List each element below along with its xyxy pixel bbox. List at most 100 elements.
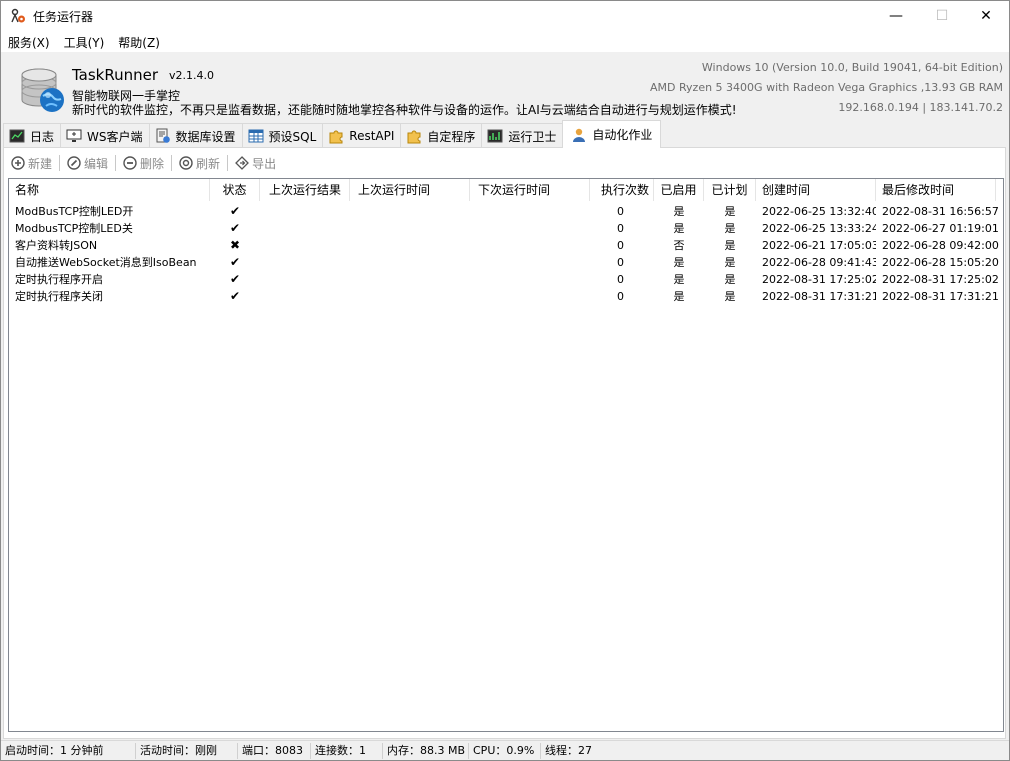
new-label: 新建 [28,156,53,171]
cell-enabled: 是 [673,222,685,235]
column-header-next-run[interactable]: 下次运行时间 [470,179,590,201]
toolbar-separator [171,155,173,171]
status-cpu: CPU：0.9% [469,742,541,759]
cell-last-run [358,254,468,271]
edit-button[interactable]: 编辑 [64,155,111,172]
status-threads: 线程：27 [545,743,592,757]
menu-tools[interactable]: 工具(Y) [57,31,112,52]
table-row[interactable]: 客户资料转JSON ✖ 0 否 是 2022-06-21 17:05:03 2022-06-… [9,237,1003,254]
cell-enabled: 是 [673,205,685,218]
cpu-ram-info: AMD Ryzen 5 3400G with Radeon Vega Graph… [650,81,1003,94]
app-name: TaskRunner [72,66,159,84]
cell-last-run [358,237,468,254]
column-header-created[interactable]: 创建时间 [756,179,876,201]
menu-service[interactable]: 服务(X) [1,31,57,52]
cell-last-run [358,288,468,305]
tab-run-guard[interactable]: 运行卫士 [481,123,564,148]
tab-label: WS客户端 [87,129,143,144]
delete-button[interactable]: 删除 [120,155,167,172]
table-row[interactable]: 定时执行程序开启 ✔ 0 是 是 2022-08-31 17:25:02 2022-08-3… [9,271,1003,288]
status-memory: 内存：88.3 MB [383,742,469,759]
cell-next-run [478,203,588,220]
column-header-run-count[interactable]: 执行次数 [590,179,654,201]
cell-name: ModbusTCP控制LED关 [15,222,133,235]
tab-label: RestAPI [349,129,395,143]
app-version: v2.1.4.0 [169,69,214,82]
cell-status: ✔ [229,221,241,235]
cell-name: 定时执行程序开启 [15,273,103,286]
app-description: 新时代的软件监控，不再只是监看数据，还能随时随地掌控各种软件与设备的运作。让AI… [72,103,737,117]
refresh-button[interactable]: 刷新 [176,155,223,172]
tab-restapi[interactable]: RestAPI [322,123,402,148]
tab-label: 预设SQL [268,129,317,144]
export-label: 导出 [252,156,277,171]
cell-status: ✔ [229,255,241,269]
export-button[interactable]: 导出 [232,155,279,172]
column-header-status[interactable]: 状态 [210,179,260,201]
cell-next-run [478,271,588,288]
cell-run-count: 0 [617,290,624,303]
app-window: 任务运行器 — ☐ ✕ 服务(X) 工具(Y) 帮助(Z) TaskRunner… [0,0,1010,761]
cell-enabled: 是 [673,273,685,286]
tab-automation-jobs[interactable]: 自动化作业 [562,120,662,148]
cell-run-count: 0 [617,273,624,286]
tab-log[interactable]: 日志 [3,123,62,148]
toolbar-separator [115,155,117,171]
toolbar-separator [227,155,229,171]
tab-preset-sql[interactable]: 预设SQL [241,123,324,148]
close-button[interactable]: ✕ [963,1,1009,31]
cell-name: 自动推送WebSocket消息到IsoBean [15,256,197,269]
log-icon [9,129,25,143]
jobs-table[interactable]: 名称 状态 上次运行结果 上次运行时间 下次运行时间 执行次数 已启用 已计划 … [8,178,1004,732]
minimize-button[interactable]: — [873,1,919,31]
column-header-enabled[interactable]: 已启用 [654,179,704,201]
table-row[interactable]: ModBusTCP控制LED开 ✔ 0 是 是 2022-06-25 13:32:40 20… [9,203,1003,220]
table-row[interactable]: 自动推送WebSocket消息到IsoBean ✔ 0 是 是 2022-06-28 09… [9,254,1003,271]
tab-ws-client[interactable]: WS客户端 [60,123,150,148]
status-connections: 连接数：1 [311,742,383,759]
column-header-modified[interactable]: 最后修改时间 [876,179,996,201]
table-row[interactable]: 定时执行程序关闭 ✔ 0 是 是 2022-08-31 17:31:21 2022-08-3… [9,288,1003,305]
table-icon [248,129,264,143]
cell-status: ✔ [229,272,241,286]
column-header-name[interactable]: 名称 [9,179,210,201]
tab-label: 运行卫士 [508,129,557,144]
cell-name: 定时执行程序关闭 [15,290,103,303]
cell-created: 2022-08-31 17:31:21 [762,290,876,303]
status-bar: 启动时间：1 分钟前 活动时间：刚刚 端口：8083 连接数：1 内存：88.3… [1,740,1009,760]
status-port: 端口：8083 [238,742,311,759]
cell-last-result [269,203,349,220]
cell-next-run [478,288,588,305]
tab-label: 自动化作业 [592,128,653,142]
cell-run-count: 0 [617,239,624,252]
os-info: Windows 10 (Version 10.0, Build 19041, 6… [701,61,1003,74]
tab-database-settings[interactable]: 数据库设置 [148,123,243,148]
maximize-button[interactable]: ☐ [919,1,965,31]
title-bar[interactable]: 任务运行器 — ☐ ✕ [1,1,1009,31]
tab-custom-program[interactable]: 自定程序 [400,123,483,148]
cell-modified: 2022-06-28 09:42:00 [882,239,999,252]
ip-info: 192.168.0.194 | 183.141.70.2 [838,101,1003,114]
export-icon [235,156,249,170]
cell-status: ✔ [229,204,241,218]
menu-bar: 服务(X) 工具(Y) 帮助(Z) [1,31,1009,52]
table-row[interactable]: ModbusTCP控制LED关 ✔ 0 是 是 2022-06-25 13:33:24 20… [9,220,1003,237]
cell-scheduled: 是 [724,273,736,286]
cell-scheduled: 是 [724,239,736,252]
column-header-scheduled[interactable]: 已计划 [704,179,756,201]
cell-scheduled: 是 [724,205,736,218]
delete-label: 删除 [140,156,165,171]
cell-last-result [269,271,349,288]
app-icon [11,8,25,23]
app-header: TaskRunner v2.1.4.0 智能物联网一手掌控 新时代的软件监控，不… [1,52,1009,120]
new-button[interactable]: 新建 [8,155,55,172]
column-header-last-result[interactable]: 上次运行结果 [260,179,350,201]
cell-last-result [269,237,349,254]
cell-run-count: 0 [617,256,624,269]
cell-created: 2022-06-25 13:32:40 [762,205,876,218]
menu-help[interactable]: 帮助(Z) [111,31,167,52]
cell-created: 2022-08-31 17:25:02 [762,273,876,286]
cell-created: 2022-06-21 17:05:03 [762,239,876,252]
column-header-last-run[interactable]: 上次运行时间 [350,179,470,201]
table-header: 名称 状态 上次运行结果 上次运行时间 下次运行时间 执行次数 已启用 已计划 … [9,179,1003,201]
